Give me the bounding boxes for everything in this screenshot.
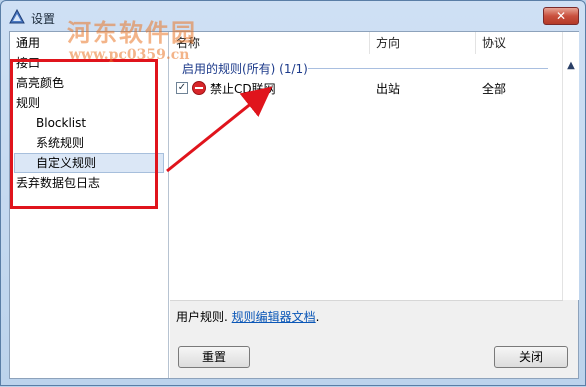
footer-prefix: 用户规则. — [176, 310, 228, 324]
footer-note: 用户规则. 规则编辑器文档. — [176, 308, 320, 325]
window-title: 设置 — [31, 12, 56, 26]
sidebar-item-general[interactable]: 通用 — [16, 34, 40, 52]
table-row[interactable]: ✓ 禁止CD联网 出站 全部 — [170, 78, 562, 98]
rule-direction: 出站 — [376, 82, 401, 96]
app-icon — [9, 9, 25, 24]
column-header-direction[interactable]: 方向 — [370, 32, 476, 54]
rule-name: 禁止CD联网 — [210, 82, 276, 96]
rules-list: 名称 方向 协议 启用的规则(所有) (1/1) ✓ 禁止CD联网 出站 全部 — [170, 32, 563, 301]
collapse-icon[interactable]: ▲ — [565, 60, 577, 72]
watermark-logo: 河东软件园 — [67, 18, 197, 47]
sidebar: 通用 接口 高亮颜色 规则 Blocklist 系统规则 自定义规则 丢弃数据包… — [10, 32, 169, 378]
client-area: 通用 接口 高亮颜色 规则 Blocklist 系统规则 自定义规则 丢弃数据包… — [9, 31, 579, 379]
rule-group-header[interactable]: 启用的规则(所有) (1/1) — [170, 58, 562, 76]
main-panel: 名称 方向 协议 启用的规则(所有) (1/1) ✓ 禁止CD联网 出站 全部 … — [170, 32, 579, 378]
annotation-highlight-box — [10, 59, 158, 209]
reset-button[interactable]: 重置 — [178, 346, 250, 368]
group-label: 启用的规则(所有) (1/1) — [182, 62, 308, 76]
settings-window: 设置 ✕ 通用 接口 高亮颜色 规则 Blocklist 系统规则 自定义规则 … — [0, 0, 586, 386]
group-divider — [308, 68, 548, 69]
footer-suffix: . — [315, 310, 320, 324]
rule-editor-docs-link[interactable]: 规则编辑器文档 — [232, 310, 316, 324]
list-scrollbar[interactable]: ▲ — [562, 32, 579, 300]
close-button[interactable]: 关闭 — [494, 346, 568, 368]
column-header-protocol[interactable]: 协议 — [476, 32, 562, 54]
rule-enabled-checkbox[interactable]: ✓ — [176, 82, 188, 94]
column-header-name[interactable]: 名称 — [170, 32, 370, 54]
watermark-url: www.pc0359.cn — [69, 47, 190, 63]
rule-protocol: 全部 — [482, 82, 507, 96]
close-icon[interactable]: ✕ — [543, 7, 579, 25]
block-icon — [192, 81, 206, 95]
